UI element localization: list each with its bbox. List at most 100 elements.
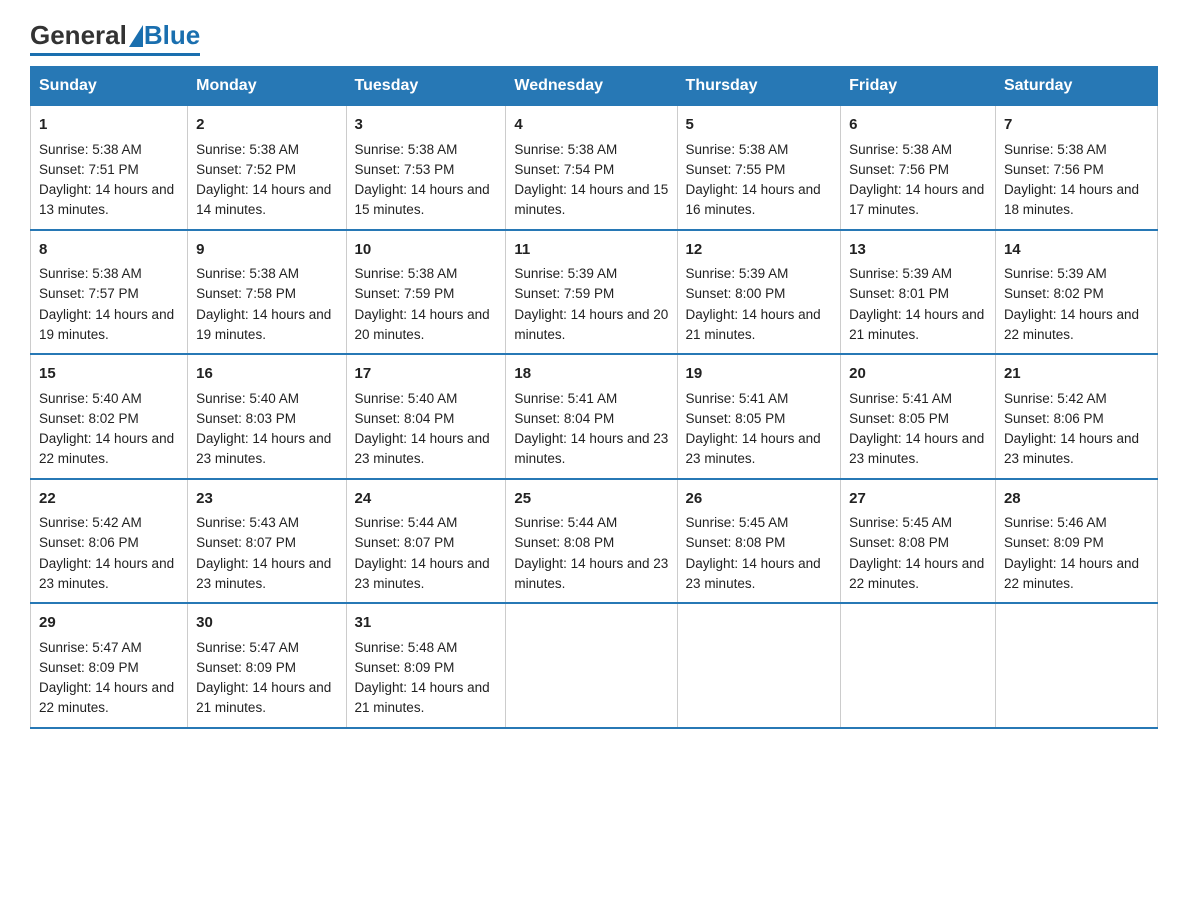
sunset-label: Sunset: 8:02 PM bbox=[1004, 286, 1104, 301]
sunrise-label: Sunrise: 5:38 AM bbox=[196, 266, 299, 281]
page-header: GeneralBlue bbox=[30, 20, 1158, 56]
day-number: 9 bbox=[196, 239, 337, 262]
calendar-cell: 26Sunrise: 5:45 AMSunset: 8:08 PMDayligh… bbox=[677, 479, 841, 604]
daylight-label: Daylight: 14 hours and 20 minutes. bbox=[355, 307, 490, 342]
day-number: 5 bbox=[686, 114, 833, 137]
day-number: 13 bbox=[849, 239, 987, 262]
weekday-header-wednesday: Wednesday bbox=[506, 67, 677, 106]
daylight-label: Daylight: 14 hours and 15 minutes. bbox=[355, 182, 490, 217]
calendar-cell: 6Sunrise: 5:38 AMSunset: 7:56 PMDaylight… bbox=[841, 106, 996, 230]
daylight-label: Daylight: 14 hours and 22 minutes. bbox=[39, 431, 174, 466]
calendar-cell bbox=[995, 603, 1157, 728]
calendar-cell: 22Sunrise: 5:42 AMSunset: 8:06 PMDayligh… bbox=[31, 479, 188, 604]
day-number: 3 bbox=[355, 114, 498, 137]
daylight-label: Daylight: 14 hours and 22 minutes. bbox=[849, 556, 984, 591]
daylight-label: Daylight: 14 hours and 19 minutes. bbox=[196, 307, 331, 342]
calendar-week-2: 8Sunrise: 5:38 AMSunset: 7:57 PMDaylight… bbox=[31, 230, 1158, 355]
day-number: 10 bbox=[355, 239, 498, 262]
logo: GeneralBlue bbox=[30, 20, 200, 56]
calendar-body: 1Sunrise: 5:38 AMSunset: 7:51 PMDaylight… bbox=[31, 106, 1158, 728]
sunset-label: Sunset: 8:02 PM bbox=[39, 411, 139, 426]
sunset-label: Sunset: 7:56 PM bbox=[849, 162, 949, 177]
calendar-cell: 23Sunrise: 5:43 AMSunset: 8:07 PMDayligh… bbox=[188, 479, 346, 604]
daylight-label: Daylight: 14 hours and 15 minutes. bbox=[514, 182, 668, 217]
day-number: 21 bbox=[1004, 363, 1149, 386]
calendar-cell: 8Sunrise: 5:38 AMSunset: 7:57 PMDaylight… bbox=[31, 230, 188, 355]
day-number: 17 bbox=[355, 363, 498, 386]
sunrise-label: Sunrise: 5:38 AM bbox=[355, 266, 458, 281]
calendar-cell: 30Sunrise: 5:47 AMSunset: 8:09 PMDayligh… bbox=[188, 603, 346, 728]
daylight-label: Daylight: 14 hours and 23 minutes. bbox=[686, 556, 821, 591]
daylight-label: Daylight: 14 hours and 19 minutes. bbox=[39, 307, 174, 342]
calendar-cell: 29Sunrise: 5:47 AMSunset: 8:09 PMDayligh… bbox=[31, 603, 188, 728]
calendar-cell: 10Sunrise: 5:38 AMSunset: 7:59 PMDayligh… bbox=[346, 230, 506, 355]
sunset-label: Sunset: 8:00 PM bbox=[686, 286, 786, 301]
calendar-cell: 31Sunrise: 5:48 AMSunset: 8:09 PMDayligh… bbox=[346, 603, 506, 728]
day-number: 11 bbox=[514, 239, 668, 262]
calendar-week-1: 1Sunrise: 5:38 AMSunset: 7:51 PMDaylight… bbox=[31, 106, 1158, 230]
calendar-cell: 27Sunrise: 5:45 AMSunset: 8:08 PMDayligh… bbox=[841, 479, 996, 604]
calendar-cell: 17Sunrise: 5:40 AMSunset: 8:04 PMDayligh… bbox=[346, 354, 506, 479]
sunrise-label: Sunrise: 5:39 AM bbox=[514, 266, 617, 281]
calendar-table: SundayMondayTuesdayWednesdayThursdayFrid… bbox=[30, 66, 1158, 729]
sunrise-label: Sunrise: 5:40 AM bbox=[39, 391, 142, 406]
day-number: 31 bbox=[355, 612, 498, 635]
sunrise-label: Sunrise: 5:38 AM bbox=[849, 142, 952, 157]
sunset-label: Sunset: 7:53 PM bbox=[355, 162, 455, 177]
sunrise-label: Sunrise: 5:38 AM bbox=[1004, 142, 1107, 157]
sunrise-label: Sunrise: 5:44 AM bbox=[514, 515, 617, 530]
logo-blue-text: Blue bbox=[144, 20, 200, 51]
sunrise-label: Sunrise: 5:39 AM bbox=[1004, 266, 1107, 281]
sunset-label: Sunset: 8:09 PM bbox=[39, 660, 139, 675]
sunset-label: Sunset: 7:52 PM bbox=[196, 162, 296, 177]
daylight-label: Daylight: 14 hours and 22 minutes. bbox=[39, 680, 174, 715]
calendar-cell bbox=[841, 603, 996, 728]
day-number: 18 bbox=[514, 363, 668, 386]
daylight-label: Daylight: 14 hours and 21 minutes. bbox=[355, 680, 490, 715]
day-number: 24 bbox=[355, 488, 498, 511]
daylight-label: Daylight: 14 hours and 21 minutes. bbox=[686, 307, 821, 342]
logo-triangle-icon bbox=[129, 25, 143, 47]
sunrise-label: Sunrise: 5:43 AM bbox=[196, 515, 299, 530]
calendar-cell: 12Sunrise: 5:39 AMSunset: 8:00 PMDayligh… bbox=[677, 230, 841, 355]
daylight-label: Daylight: 14 hours and 23 minutes. bbox=[196, 431, 331, 466]
calendar-cell: 21Sunrise: 5:42 AMSunset: 8:06 PMDayligh… bbox=[995, 354, 1157, 479]
sunset-label: Sunset: 8:09 PM bbox=[355, 660, 455, 675]
weekday-header-thursday: Thursday bbox=[677, 67, 841, 106]
sunrise-label: Sunrise: 5:38 AM bbox=[355, 142, 458, 157]
daylight-label: Daylight: 14 hours and 23 minutes. bbox=[355, 556, 490, 591]
calendar-week-3: 15Sunrise: 5:40 AMSunset: 8:02 PMDayligh… bbox=[31, 354, 1158, 479]
sunset-label: Sunset: 7:57 PM bbox=[39, 286, 139, 301]
calendar-cell bbox=[506, 603, 677, 728]
sunrise-label: Sunrise: 5:38 AM bbox=[196, 142, 299, 157]
calendar-cell: 18Sunrise: 5:41 AMSunset: 8:04 PMDayligh… bbox=[506, 354, 677, 479]
sunrise-label: Sunrise: 5:39 AM bbox=[686, 266, 789, 281]
daylight-label: Daylight: 14 hours and 23 minutes. bbox=[196, 556, 331, 591]
sunset-label: Sunset: 7:54 PM bbox=[514, 162, 614, 177]
weekday-header-row: SundayMondayTuesdayWednesdayThursdayFrid… bbox=[31, 67, 1158, 106]
sunrise-label: Sunrise: 5:41 AM bbox=[686, 391, 789, 406]
sunset-label: Sunset: 8:08 PM bbox=[514, 535, 614, 550]
calendar-cell: 25Sunrise: 5:44 AMSunset: 8:08 PMDayligh… bbox=[506, 479, 677, 604]
daylight-label: Daylight: 14 hours and 23 minutes. bbox=[39, 556, 174, 591]
sunset-label: Sunset: 7:59 PM bbox=[514, 286, 614, 301]
daylight-label: Daylight: 14 hours and 21 minutes. bbox=[849, 307, 984, 342]
day-number: 20 bbox=[849, 363, 987, 386]
sunset-label: Sunset: 7:55 PM bbox=[686, 162, 786, 177]
daylight-label: Daylight: 14 hours and 23 minutes. bbox=[355, 431, 490, 466]
sunset-label: Sunset: 8:09 PM bbox=[196, 660, 296, 675]
sunset-label: Sunset: 8:01 PM bbox=[849, 286, 949, 301]
sunset-label: Sunset: 7:51 PM bbox=[39, 162, 139, 177]
sunset-label: Sunset: 8:05 PM bbox=[849, 411, 949, 426]
sunrise-label: Sunrise: 5:40 AM bbox=[355, 391, 458, 406]
day-number: 7 bbox=[1004, 114, 1149, 137]
daylight-label: Daylight: 14 hours and 23 minutes. bbox=[1004, 431, 1139, 466]
daylight-label: Daylight: 14 hours and 13 minutes. bbox=[39, 182, 174, 217]
sunrise-label: Sunrise: 5:38 AM bbox=[39, 142, 142, 157]
sunrise-label: Sunrise: 5:41 AM bbox=[849, 391, 952, 406]
sunset-label: Sunset: 8:07 PM bbox=[196, 535, 296, 550]
sunrise-label: Sunrise: 5:42 AM bbox=[39, 515, 142, 530]
day-number: 27 bbox=[849, 488, 987, 511]
sunset-label: Sunset: 7:58 PM bbox=[196, 286, 296, 301]
day-number: 25 bbox=[514, 488, 668, 511]
